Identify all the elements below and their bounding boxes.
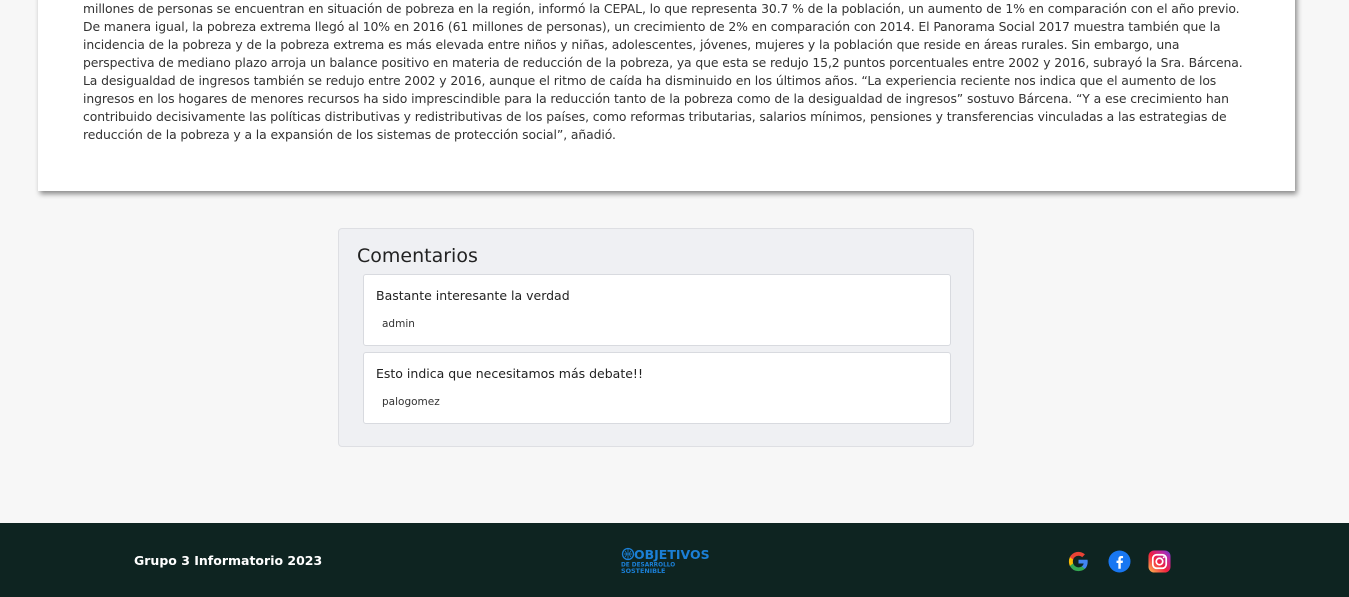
ods-logo-subtitle-2: SOSTENIBLE (621, 567, 665, 575)
article-paragraph: millones de personas se encuentran en si… (83, 1, 1243, 142)
comment-author: admin (382, 318, 415, 330)
comment-text: Bastante interesante la verdad (376, 288, 570, 303)
comment-author: palogomez (382, 396, 440, 408)
comments-title: Comentarios (357, 245, 478, 267)
comments-section: Comentarios Bastante interesante la verd… (338, 228, 974, 447)
ods-logo: OBJETIVOS DE DESARROLLO SOSTENIBLE (621, 547, 710, 575)
google-icon[interactable] (1067, 550, 1090, 573)
facebook-icon[interactable] (1108, 550, 1131, 573)
comment-card: Esto indica que necesitamos más debate!!… (363, 352, 951, 424)
comment-card: Bastante interesante la verdad admin (363, 274, 951, 346)
ods-logo-title: OBJETIVOS (634, 547, 710, 562)
article-card: millones de personas se encuentran en si… (38, 0, 1295, 191)
comment-text: Esto indica que necesitamos más debate!! (376, 366, 643, 381)
footer-credit: Grupo 3 Informatorio 2023 (134, 553, 323, 568)
footer: Grupo 3 Informatorio 2023 OBJETIVOS DE D… (0, 523, 1349, 597)
instagram-icon[interactable] (1148, 550, 1171, 573)
